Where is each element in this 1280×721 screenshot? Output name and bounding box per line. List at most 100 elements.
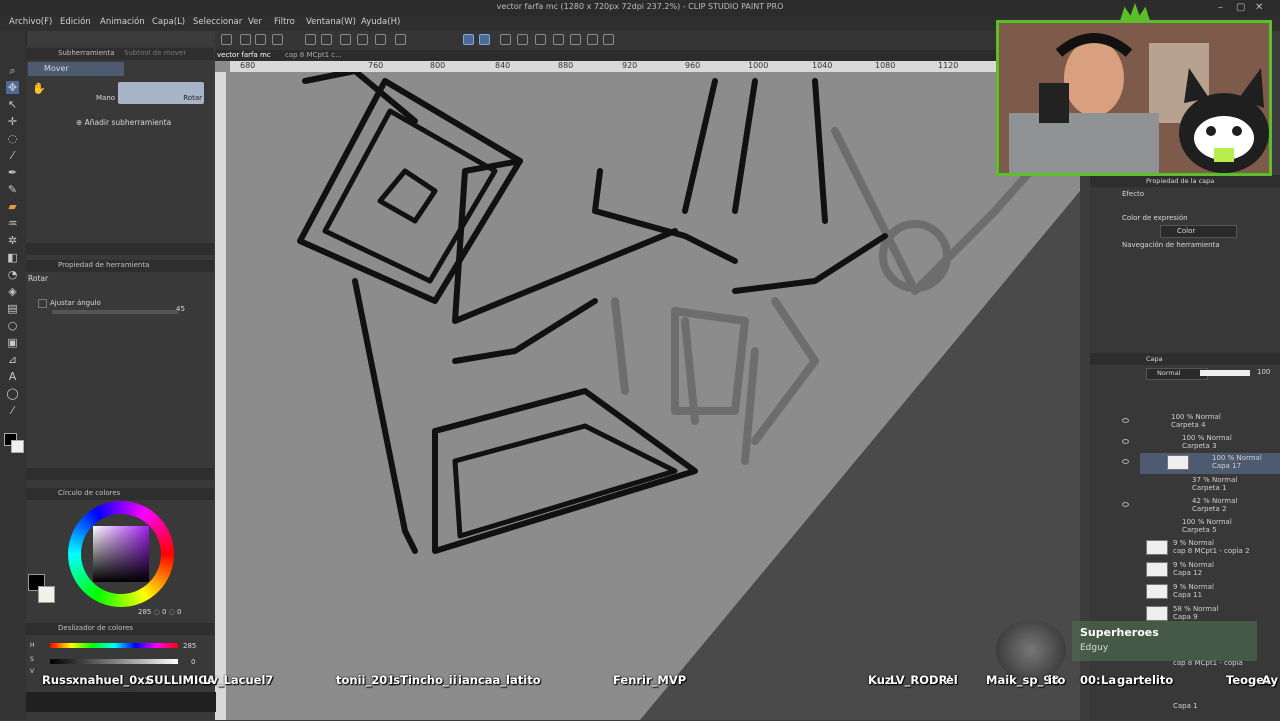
- fill-icon[interactable]: ◈: [6, 285, 19, 298]
- menu-ventana[interactable]: Ventana(W): [306, 17, 356, 27]
- menu-seleccionar[interactable]: Seleccionar: [193, 17, 242, 27]
- layer-row[interactable]: Capa 1: [1140, 700, 1280, 721]
- slider-label-s: S: [30, 656, 34, 663]
- layer-row[interactable]: 100 % Normal Carpeta 5: [1140, 517, 1280, 538]
- saturation-slider[interactable]: [50, 659, 178, 664]
- tab-cap8[interactable]: cap 8 MCpt1 c...: [285, 51, 342, 59]
- airbrush-icon[interactable]: ♒: [6, 217, 19, 230]
- layer-row[interactable]: 9 % Normal Capa 12: [1140, 560, 1280, 581]
- reset-view-icon[interactable]: [553, 34, 564, 45]
- pencil-icon[interactable]: ✎: [6, 183, 19, 196]
- correct-line-icon[interactable]: ⁄: [6, 404, 19, 417]
- menu-filtro[interactable]: Filtro: [274, 17, 295, 27]
- open-file-icon[interactable]: [240, 34, 251, 45]
- snap-ruler-icon[interactable]: [463, 34, 474, 45]
- new-file-icon[interactable]: [221, 34, 232, 45]
- ajustar-checkbox[interactable]: [38, 299, 47, 308]
- redo-icon[interactable]: [321, 34, 332, 45]
- color-square[interactable]: [93, 526, 149, 582]
- plus-icon: ⊕: [76, 118, 85, 127]
- subtool-tab[interactable]: Subherramienta: [58, 49, 115, 57]
- canvas[interactable]: [215, 61, 1080, 720]
- snap-grid-icon[interactable]: [479, 34, 490, 45]
- sub-color-swatch[interactable]: [11, 440, 24, 453]
- subtool-footer: [26, 243, 214, 255]
- balloon-icon[interactable]: ◯: [6, 387, 19, 400]
- menu-animacion[interactable]: Animación: [100, 17, 145, 27]
- rotate-icon[interactable]: [500, 34, 511, 45]
- blend-icon[interactable]: ◔: [6, 268, 19, 281]
- zoom-icon[interactable]: ⌕: [6, 64, 19, 77]
- figure-icon[interactable]: ○: [6, 319, 19, 332]
- expr-color-select[interactable]: Color: [1160, 225, 1237, 238]
- mano-label[interactable]: Mano: [96, 94, 115, 102]
- grid-icon[interactable]: [570, 34, 581, 45]
- menu-archivo[interactable]: Archivo(F): [9, 17, 52, 27]
- blend-mode-select[interactable]: Normal: [1146, 368, 1208, 380]
- fit-icon[interactable]: [535, 34, 546, 45]
- layer-row-selected[interactable]: 100 % Normal Capa 17: [1122, 453, 1280, 474]
- opacity-slider[interactable]: [1200, 370, 1250, 376]
- tool-nav-label: Navegación de herramienta: [1122, 241, 1220, 249]
- rotate-option[interactable]: Rotar: [118, 82, 204, 104]
- hue-slider[interactable]: [50, 643, 178, 648]
- color-wheel[interactable]: [68, 501, 174, 607]
- close-icon[interactable]: ✕: [1255, 2, 1263, 13]
- layer-row[interactable]: 42 % Normal Carpeta 2: [1122, 496, 1280, 517]
- ruler-icon[interactable]: [587, 34, 598, 45]
- hue-value[interactable]: 285: [183, 642, 196, 650]
- eye-icon[interactable]: [1122, 459, 1129, 464]
- viewer-name: tonii_201: [336, 673, 396, 687]
- subtool-move[interactable]: Mover: [28, 62, 124, 76]
- add-subtool-label: Añadir subherramienta: [84, 118, 172, 127]
- transform-icon[interactable]: [375, 34, 386, 45]
- deselect-icon[interactable]: [357, 34, 368, 45]
- saturation-value[interactable]: 0: [191, 658, 195, 666]
- sub-color-preview[interactable]: [38, 586, 55, 603]
- subtool-tab-2[interactable]: Subtool de mover: [124, 49, 186, 57]
- color-slider-header: Deslizador de colores: [26, 623, 214, 635]
- operation-icon[interactable]: ↖: [6, 98, 19, 111]
- ajustar-value[interactable]: 45: [176, 305, 185, 313]
- layer-row[interactable]: 100 % Normal Carpeta 3: [1122, 433, 1280, 454]
- eraser-icon[interactable]: ◧: [6, 251, 19, 264]
- menu-ayuda[interactable]: Ayuda(H): [361, 17, 400, 27]
- minimize-icon[interactable]: –: [1218, 2, 1223, 13]
- eye-icon[interactable]: [1122, 439, 1129, 444]
- undo-icon[interactable]: [305, 34, 316, 45]
- eyedropper-icon[interactable]: ⁄: [6, 149, 19, 162]
- layer-row[interactable]: 37 % Normal Carpeta 1: [1140, 475, 1280, 496]
- gradient-icon[interactable]: ▤: [6, 302, 19, 315]
- brush-icon[interactable]: ▰: [6, 200, 19, 213]
- save-icon[interactable]: [255, 34, 266, 45]
- maximize-icon[interactable]: ▢: [1236, 2, 1245, 13]
- menu-capa[interactable]: Capa(L): [152, 17, 185, 27]
- flip-icon[interactable]: [517, 34, 528, 45]
- menu-ver[interactable]: Ver: [248, 17, 262, 27]
- text-icon[interactable]: A: [6, 370, 19, 383]
- eye-icon[interactable]: [1122, 502, 1129, 507]
- layer-row[interactable]: 100 % Normal Carpeta 4: [1122, 412, 1280, 433]
- add-subtool-button[interactable]: ⊕ Añadir subherramienta: [76, 118, 171, 127]
- frame-icon[interactable]: ▣: [6, 336, 19, 349]
- ajustar-slider[interactable]: [52, 310, 178, 314]
- move-tool-icon[interactable]: ✥: [6, 81, 19, 94]
- clear-icon[interactable]: [395, 34, 406, 45]
- pen-icon[interactable]: ✒: [6, 166, 19, 179]
- move-layer-icon[interactable]: ✛: [6, 115, 19, 128]
- opacity-value[interactable]: 100: [1257, 368, 1270, 376]
- menu-edicion[interactable]: Edición: [60, 17, 91, 27]
- viewer-name: LV_RODRI: [890, 673, 952, 687]
- horizontal-ruler: 680 760 800 840 880 920 960 1000 1040 10…: [230, 61, 1000, 72]
- lasso-icon[interactable]: ◌: [6, 132, 19, 145]
- select-all-icon[interactable]: [340, 34, 351, 45]
- export-icon[interactable]: [272, 34, 283, 45]
- artwork[interactable]: [215, 61, 1080, 720]
- layer-row[interactable]: 9 % Normal Capa 11: [1140, 582, 1280, 603]
- decoration-icon[interactable]: ✲: [6, 234, 19, 247]
- eye-icon[interactable]: [1122, 418, 1129, 423]
- layer-row[interactable]: 9 % Normal cap 8 MCpt1 - copia 2: [1140, 538, 1280, 559]
- tab-vector-farfa[interactable]: vector farfa mc: [217, 51, 271, 59]
- ruler-tool-icon[interactable]: ⊿: [6, 353, 19, 366]
- perspective-icon[interactable]: [603, 34, 614, 45]
